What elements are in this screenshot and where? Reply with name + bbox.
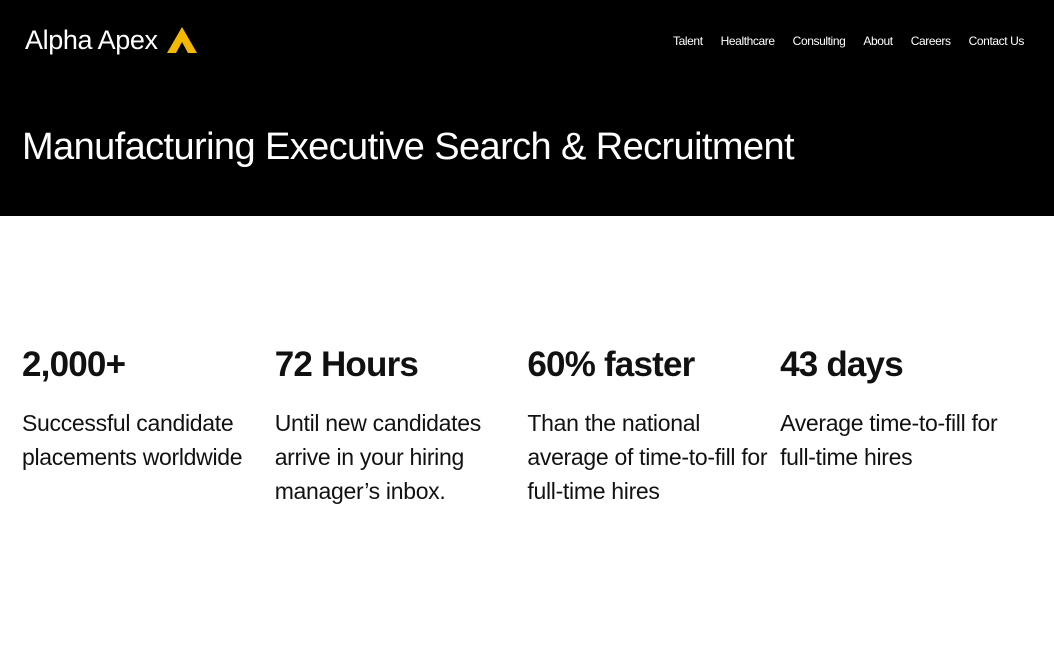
stat-value: 43 days (780, 345, 904, 384)
hero-header: Alpha Apex Talent Healthcare Consulting … (0, 0, 1054, 216)
page-title: Manufacturing Executive Search & Recruit… (22, 126, 795, 168)
stat-description: Than the national average of time-to-fil… (527, 410, 768, 504)
stat-item: 60% faster Than the national average of … (527, 344, 780, 508)
stat-description: Successful candidate placements worldwid… (22, 410, 243, 470)
nav-item-talent[interactable]: Talent (673, 33, 703, 49)
stat-value: 2,000+ (22, 345, 126, 384)
stat-value: 60% faster (527, 345, 695, 384)
nav-item-contact-us[interactable]: Contact Us (969, 33, 1025, 49)
nav-item-consulting[interactable]: Consulting (793, 33, 846, 49)
stat-value: 72 Hours (274, 345, 419, 384)
stats-section: 2,000+ Successful candidate placements w… (22, 344, 1033, 508)
stat-description: Average time-to-fill for full-time hires (780, 410, 998, 470)
nav-item-about[interactable]: About (863, 33, 893, 49)
stat-item: 72 Hours Until new candidates arrive in … (275, 344, 528, 508)
brand-name: Alpha Apex (25, 25, 158, 55)
main-nav: Talent Healthcare Consulting About Caree… (655, 33, 1024, 49)
stat-item: 2,000+ Successful candidate placements w… (22, 344, 275, 508)
stat-item: 43 days Average time-to-fill for full-ti… (780, 344, 1033, 508)
stat-description: Until new candidates arrive in your hiri… (274, 410, 482, 504)
nav-item-careers[interactable]: Careers (911, 33, 951, 49)
brand-logo-link[interactable]: Alpha Apex (25, 24, 197, 56)
nav-item-healthcare[interactable]: Healthcare (721, 33, 775, 49)
triangle-chevron-icon (166, 27, 197, 53)
